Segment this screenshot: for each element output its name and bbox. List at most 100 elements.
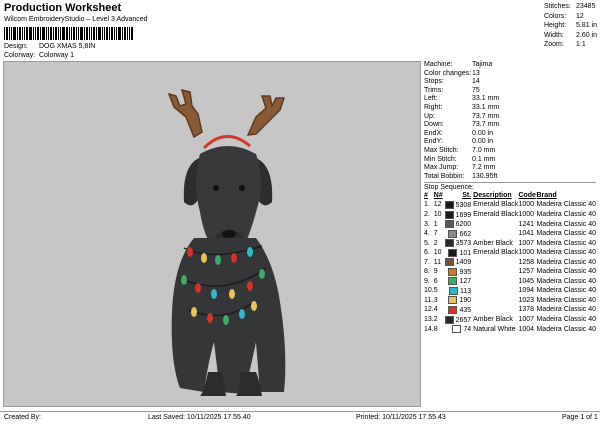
barcode-bar: [33, 27, 34, 40]
machine-row: Color changes: 13: [424, 70, 596, 79]
barcode-bar: [116, 27, 117, 40]
table-row[interactable]: 4. 7 662 1041 Madeira Classic 40: [424, 229, 596, 240]
machine-label: Up:: [424, 112, 435, 120]
barcode-bar: [109, 27, 110, 40]
thread-code: 1023: [518, 296, 535, 304]
barcode-bar: [19, 27, 21, 40]
col-header-description: Description: [473, 192, 512, 200]
stat-zoom: Zoom: 1:1: [544, 40, 597, 50]
color-description: [473, 268, 518, 278]
stitch-count: 6200: [444, 220, 474, 230]
table-row[interactable]: 14. 8 74 Natural White 1004 Madeira Classic 4…: [424, 325, 596, 335]
color-description: Emerald Black: [473, 210, 519, 218]
barcode-bar: [73, 27, 75, 40]
stop-number: 9.: [424, 277, 430, 285]
needle-number: 5: [433, 287, 438, 295]
machine-value: 7.0 mm: [472, 146, 496, 154]
last-saved: Last Saved: 10/11/2025 17.55.40: [148, 414, 251, 421]
table-row[interactable]: 8. 9 935 1257 Madeira Classic 40: [424, 267, 596, 278]
stop-sequence-table: # N# St. Description Code Brand 1. 12 5308…: [424, 192, 596, 334]
machine-value: 130.95ft: [472, 172, 498, 180]
stat-value: 5.81 in: [576, 22, 598, 30]
stitch-count-text: 6200: [455, 220, 472, 228]
needle-number: 8: [433, 325, 438, 333]
table-row[interactable]: 7. 11 1409 1258 Madeira Classic 40: [424, 258, 596, 268]
needle-number: 10: [433, 210, 442, 218]
color-swatch: [444, 258, 454, 267]
stitch-count: 662: [445, 229, 474, 240]
barcode-bar: [118, 27, 121, 40]
needle-number: 7: [433, 230, 438, 238]
barcode-bar: [131, 27, 133, 40]
barcode-bar: [11, 27, 12, 40]
machine-row: Max Stitch: 7.0 mm: [424, 147, 596, 156]
stat-label: Height:: [544, 22, 567, 30]
table-row[interactable]: 13. 2 2657 Amber Black 1007 Madeira Classic 4…: [424, 315, 596, 326]
table-row[interactable]: 10. 5 113 1094 Madeira Classic 40: [424, 286, 596, 297]
color-description: Natural White: [473, 325, 516, 333]
machine-label: Down:: [424, 121, 444, 129]
machine-label: Min Stitch:: [424, 155, 457, 163]
thread-brand: Madeira Classic 40: [536, 230, 596, 238]
stitch-count-text: 74: [463, 325, 472, 333]
dog-embroidery-image: [167, 88, 286, 396]
table-row[interactable]: 5. 2 3573 Amber Black 1007 Madeira Classic 40: [424, 239, 596, 249]
created-by: Created By:: [4, 414, 41, 421]
machine-row: Max Jump: 7.2 mm: [424, 164, 596, 173]
table-row[interactable]: 9. 6 127 1045 Madeira Classic 40: [424, 277, 596, 287]
barcode-bar: [84, 27, 85, 40]
table-row[interactable]: 2. 10 1699 Emerald Black 1000 Madeira Classic…: [424, 210, 596, 221]
barcode-bar: [26, 27, 28, 40]
color-description: [473, 230, 518, 240]
color-swatch: [448, 277, 458, 286]
machine-row: Right: 33.1 mm: [424, 104, 596, 113]
col-header-num: #: [424, 192, 428, 200]
thread-brand: Madeira Classic 40: [536, 239, 596, 247]
machine-label: Machine:: [424, 61, 453, 68]
col-header-code: Code: [518, 192, 536, 200]
thread-code: 1007: [518, 239, 535, 247]
color-description: [473, 306, 518, 316]
machine-label: Left:: [424, 95, 438, 103]
thread-brand: Madeira Classic 40: [536, 268, 596, 276]
color-swatch: [448, 306, 458, 315]
barcode-bar: [86, 27, 88, 40]
footer-bar: Created By: Last Saved: 10/11/2025 17.55…: [0, 411, 600, 425]
barcode-bar: [9, 27, 10, 40]
stitch-count-text: 127: [459, 278, 472, 286]
table-row[interactable]: 3. 1 6200 1241 Madeira Classic 40: [424, 220, 596, 230]
barcode-bar: [111, 27, 113, 40]
stitch-count: 5308: [444, 201, 474, 211]
needle-number: 9: [433, 268, 438, 276]
needle-number: 1: [433, 220, 438, 228]
barcode-bar: [53, 27, 54, 40]
barcode-bar: [76, 27, 77, 40]
needle-number: 3: [433, 296, 438, 304]
barcode-bar: [13, 27, 16, 40]
barcode-bar: [106, 27, 108, 40]
thread-code: 1000: [518, 210, 535, 218]
machine-value: 13: [472, 69, 480, 77]
color-description: [473, 287, 518, 297]
design-value: DOG XMAS 5,8IN: [38, 43, 96, 50]
barcode-bar: [17, 27, 18, 40]
machine-row: Machine: Tajima: [424, 61, 596, 70]
stat-label: Width:: [544, 31, 564, 39]
stat-label: Stitches:: [544, 3, 571, 10]
barcode-bar: [89, 27, 90, 40]
table-row[interactable]: 6. 10 101 Emerald Black 1000 Madeira Classic …: [424, 248, 596, 259]
color-description: [473, 258, 518, 268]
table-row[interactable]: 1. 12 5308 Emerald Black 1000 Madeira Classic…: [424, 201, 596, 211]
color-swatch: [444, 201, 454, 210]
machine-label: EndY:: [424, 138, 443, 146]
design-preview[interactable]: [3, 61, 421, 407]
worksheet-title: Production Worksheet: [4, 2, 122, 14]
stitch-count: 190: [445, 296, 474, 306]
table-row[interactable]: 11. 3 190 1023 Madeira Classic 40: [424, 296, 596, 306]
machine-value: 75: [472, 86, 480, 94]
stop-number: 14.: [424, 325, 434, 333]
stitch-count: 127: [445, 277, 474, 287]
table-row[interactable]: 12. 4 435 1378 Madeira Classic 40: [424, 306, 596, 316]
stitch-count: 113: [445, 286, 474, 297]
stop-number: 7.: [424, 258, 430, 266]
